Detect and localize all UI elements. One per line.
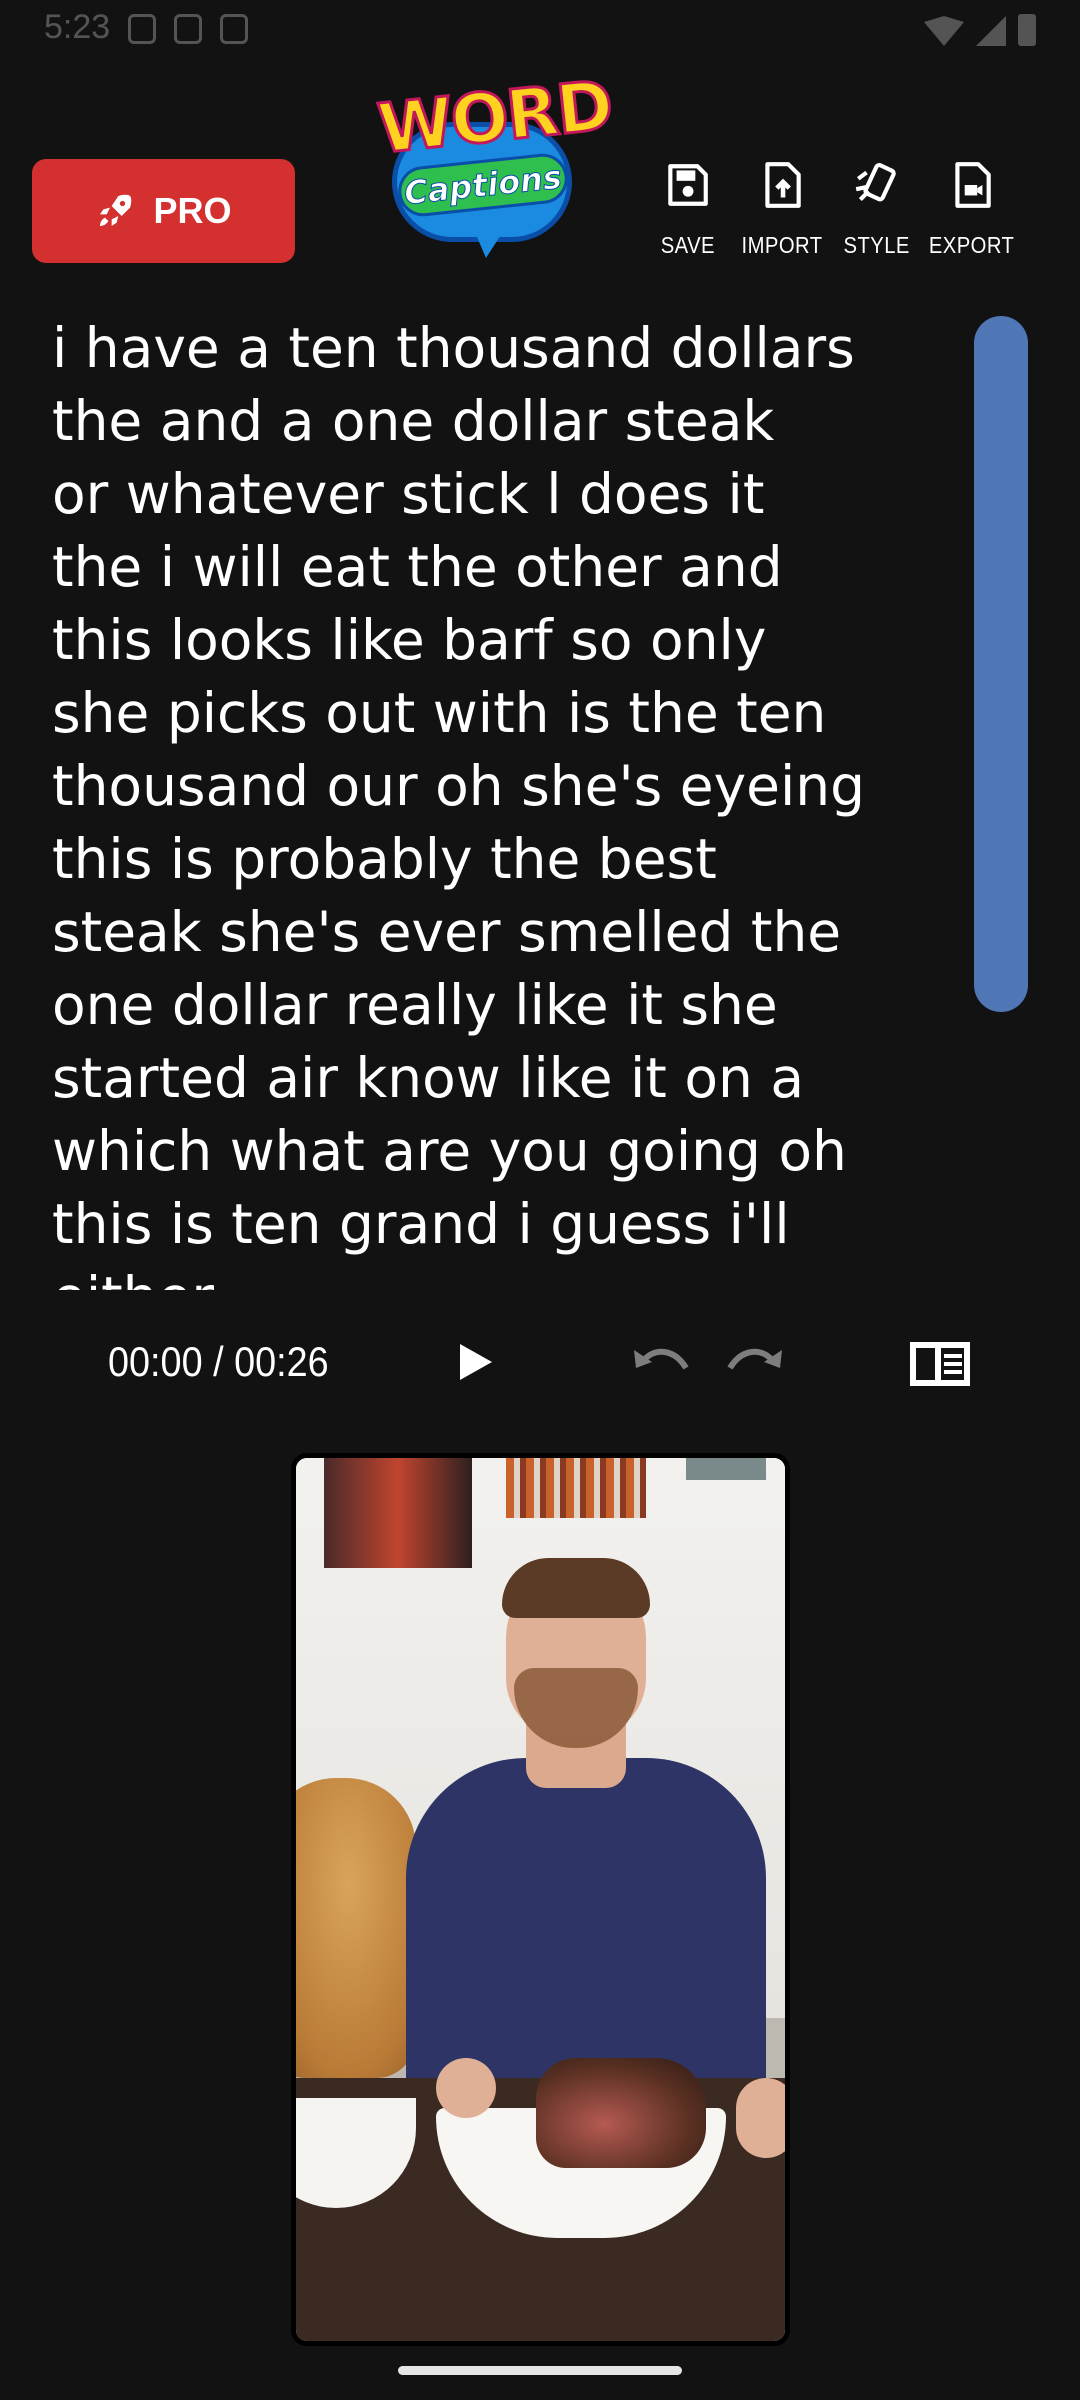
app-logo: WORD Captions bbox=[373, 65, 617, 260]
sd-card-icon bbox=[174, 14, 202, 44]
toolbar: SAVE IMPORT STYLE EXPORT bbox=[640, 150, 1020, 260]
video-preview[interactable] bbox=[291, 1453, 790, 2346]
save-button[interactable]: SAVE bbox=[640, 150, 735, 260]
pro-button[interactable]: PRO bbox=[32, 159, 295, 263]
wifi-icon bbox=[924, 16, 964, 46]
save-icon bbox=[668, 164, 709, 206]
transcript-text[interactable]: i have a ten thousand dollars the and a … bbox=[52, 312, 932, 1290]
player-controls: 00:00 / 00:26 bbox=[0, 1318, 1080, 1408]
battery-icon bbox=[1018, 14, 1036, 46]
rocket-icon bbox=[100, 194, 132, 226]
transcript-scrollbar[interactable] bbox=[974, 316, 1028, 1012]
video-person-hair bbox=[502, 1558, 650, 1618]
undo-icon[interactable] bbox=[632, 1344, 692, 1380]
import-button[interactable]: IMPORT bbox=[735, 150, 830, 260]
status-bar: 5:23 bbox=[0, 0, 1080, 64]
import-icon bbox=[765, 162, 801, 208]
video-wall-art bbox=[506, 1458, 646, 1518]
export-label: EXPORT bbox=[929, 232, 1015, 258]
play-icon[interactable] bbox=[458, 1342, 494, 1382]
video-wall-art bbox=[686, 1458, 766, 1480]
style-button[interactable]: STYLE bbox=[829, 150, 924, 260]
export-button[interactable]: EXPORT bbox=[924, 150, 1020, 260]
status-system-icons bbox=[924, 14, 1036, 46]
time-display: 00:00 / 00:26 bbox=[108, 1338, 329, 1385]
status-time: 5:23 bbox=[44, 8, 111, 46]
save-label: SAVE bbox=[660, 232, 715, 258]
shield-icon bbox=[128, 14, 156, 44]
style-icon bbox=[855, 163, 896, 202]
signal-icon bbox=[976, 16, 1006, 46]
import-label: IMPORT bbox=[741, 232, 823, 258]
style-label: STYLE bbox=[843, 232, 910, 258]
video-dog bbox=[296, 1778, 416, 2078]
video-wall-art bbox=[324, 1458, 472, 1568]
video-hand bbox=[736, 2078, 785, 2158]
status-notification-icons bbox=[128, 14, 248, 44]
home-indicator[interactable] bbox=[398, 2366, 682, 2375]
export-icon bbox=[955, 162, 991, 208]
video-hand bbox=[436, 2058, 496, 2118]
logo-bubble-tail bbox=[474, 230, 504, 258]
redo-icon[interactable] bbox=[724, 1344, 784, 1380]
split-view-icon[interactable] bbox=[910, 1342, 970, 1386]
video-steak bbox=[536, 2058, 706, 2168]
pro-label: PRO bbox=[153, 190, 232, 231]
notification-icon bbox=[220, 14, 248, 44]
